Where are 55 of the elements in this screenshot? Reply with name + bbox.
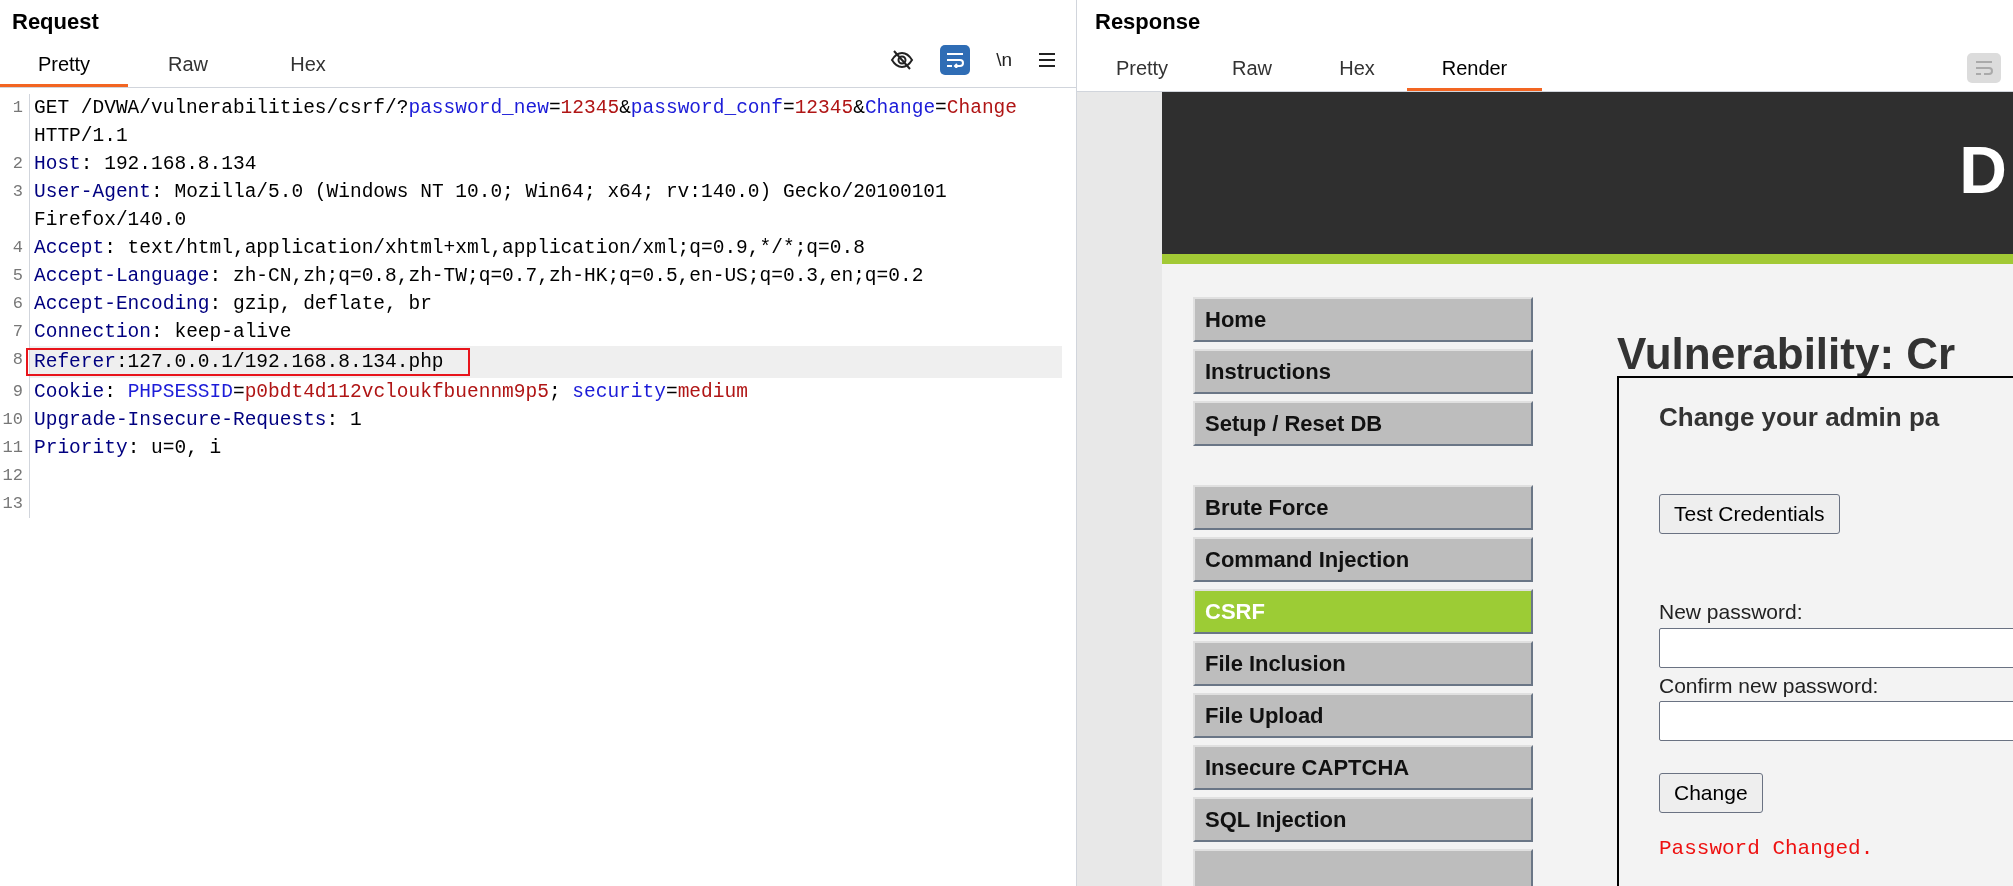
tab[interactable]: Hex (1307, 47, 1407, 91)
menu-item[interactable]: Setup / Reset DB (1193, 401, 1533, 446)
tab[interactable]: Raw (128, 43, 248, 87)
tab[interactable]: Pretty (1087, 47, 1197, 91)
code-line: Accept-Encoding: gzip, deflate, br (33, 292, 433, 317)
line-number: 2 (12, 154, 23, 173)
code-line: Cookie: PHPSESSID=p0bdt4d112vcloukfbuennm9p5; security=medium (33, 380, 749, 405)
site-logo: D (1959, 137, 2007, 203)
menu-item[interactable]: Brute Force (1193, 485, 1533, 530)
page-heading: Vulnerability: Cr (1617, 332, 1957, 376)
code-line: Accept: text/html,application/xhtml+xml,application/xml;q=0.9,*/*;q=0.8 (33, 236, 866, 261)
menu-item[interactable]: Insecure CAPTCHA (1193, 745, 1533, 790)
menu-item[interactable]: File Upload (1193, 693, 1533, 738)
code-line: Host: 192.168.8.134 (33, 152, 258, 177)
hide-icon[interactable] (890, 49, 915, 71)
change-button[interactable]: Change (1659, 773, 1763, 813)
menu-item[interactable]: SQL Injection (1193, 797, 1533, 842)
wrap-toggle-icon[interactable] (940, 45, 971, 75)
menu-item[interactable]: Instructions (1193, 349, 1533, 394)
menu-item[interactable]: Home (1193, 297, 1533, 342)
field-label: New password: (1659, 599, 1803, 625)
line-number: 9 (12, 382, 23, 401)
panel-title: Response (1095, 7, 1201, 36)
menu-item[interactable]: Command Injection (1193, 537, 1533, 582)
line-number: 10 (2, 410, 23, 429)
line-number: 1 (12, 98, 23, 117)
menu-icon[interactable] (1038, 52, 1056, 68)
line-number: 3 (12, 182, 23, 201)
code-line: User-Agent: Mozilla/5.0 (Windows NT 10.0; Win64; x64; rv:140.0) Gecko/20100101 Firefox/140.0 (33, 180, 948, 233)
code-line: Connection: keep-alive (33, 320, 293, 345)
test-credentials-button[interactable]: Test Credentials (1659, 494, 1840, 534)
code-line: GET /DVWA/vulnerabilities/csrf/?password_new=12345&password_conf=12345&Change=Change HTTP/1.1 (33, 96, 1018, 149)
field-label: Confirm new password: (1659, 672, 1879, 699)
panel-title: Request (12, 7, 99, 36)
tab[interactable]: Hex (248, 43, 368, 87)
tab[interactable]: Pretty (0, 43, 128, 87)
line-number: 5 (12, 266, 23, 285)
line-number: 11 (2, 438, 23, 457)
tab[interactable]: Raw (1197, 47, 1307, 91)
wrap-toggle-icon[interactable] (1967, 53, 2001, 83)
line-number: 6 (12, 294, 23, 313)
menu-item[interactable]: File Inclusion (1193, 641, 1533, 686)
status-message: Password Changed. (1659, 836, 1874, 862)
line-number: 13 (2, 494, 23, 513)
confirm-password-field[interactable] (1659, 701, 2013, 741)
line-number: 8 (12, 350, 23, 369)
code-line: Accept-Language: zh-CN,zh;q=0.8,zh-TW;q=0.7,zh-HK;q=0.5,en-US;q=0.3,en;q=0.2 (33, 264, 925, 289)
line-number: 7 (12, 322, 23, 341)
newline-toggle[interactable]: \n (996, 45, 1012, 75)
line-number: 12 (2, 466, 23, 485)
form-title: Change your admin pa (1659, 401, 1940, 434)
new-password-field[interactable] (1659, 627, 2013, 668)
code-line: Priority: u=0, i (33, 436, 223, 461)
line-number: 4 (12, 238, 23, 257)
code-line: Upgrade-Insecure-Requests: 1 (33, 408, 363, 433)
